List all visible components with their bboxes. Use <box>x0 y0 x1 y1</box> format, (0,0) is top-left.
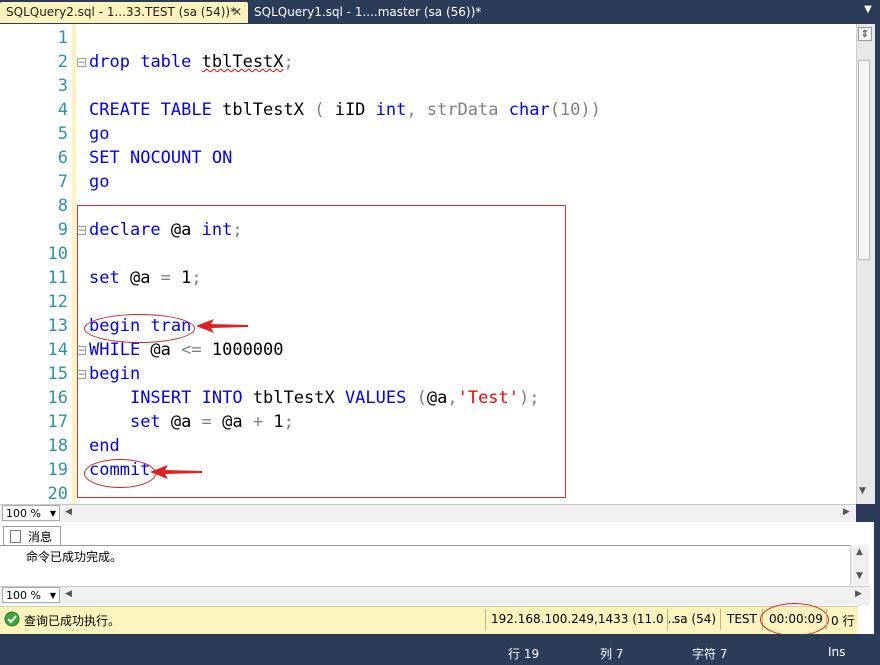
status-column: 列 7 <box>600 647 624 661</box>
editor-zoom-value: 100 % <box>6 507 41 520</box>
status-char: 字符 7 <box>692 647 728 661</box>
line-number: 2 <box>57 52 68 72</box>
code-line-2: drop table tblTestX; <box>89 52 294 72</box>
line-number: 15 <box>47 364 68 384</box>
document-tab-strip: SQLQuery2.sql - 1...33.TEST (sa (54))* ✕… <box>0 0 880 24</box>
code-line-4: CREATE TABLE tblTestX ( iID int, strData… <box>89 100 601 120</box>
divider <box>485 609 486 630</box>
highlight-box-annotation <box>77 205 566 498</box>
line-number-gutter <box>0 24 78 504</box>
commit-ellipse-annotation <box>84 459 156 488</box>
line-number: 4 <box>57 100 68 120</box>
fold-toggle-icon[interactable]: − <box>77 58 86 68</box>
chevron-down-icon: ▼ <box>49 509 56 518</box>
line-number: 7 <box>57 172 68 192</box>
editor-horizontal-scrollbar[interactable] <box>0 504 856 523</box>
line-number: 17 <box>47 412 68 432</box>
arrow-annotation-icon <box>150 465 202 479</box>
status-bar <box>0 634 880 665</box>
tab-sqlquery2-label: SQLQuery2.sql - 1...33.TEST (sa (54))* <box>6 5 237 19</box>
line-number: 8 <box>57 196 68 216</box>
begin-tran-ellipse-annotation <box>84 314 195 343</box>
line-number: 18 <box>47 436 68 456</box>
user-info: sa (54) <box>674 612 717 626</box>
divider <box>0 545 850 546</box>
query-status-message: 查询已成功执行。 <box>24 614 121 628</box>
tab-messages-label: 消息 <box>28 530 53 544</box>
server-info: 192.168.100.249,1433 (11.0 ... <box>491 612 679 626</box>
arrow-annotation-icon <box>196 319 248 333</box>
code-line-5: go <box>89 124 110 144</box>
line-number: 16 <box>47 388 68 408</box>
line-number: 3 <box>57 76 68 96</box>
tab-sqlquery2[interactable]: SQLQuery2.sql - 1...33.TEST (sa (54))* ✕ <box>0 2 248 23</box>
scroll-right-arrow-icon[interactable]: ▶ <box>843 507 850 517</box>
line-number: 9 <box>57 220 68 240</box>
editor-zoom-select[interactable]: 100 % ▼ <box>2 505 60 521</box>
elapsed-time-ellipse-annotation <box>760 603 829 636</box>
tab-sqlquery1-label: SQLQuery1.sql - 1....master (sa (56))* <box>254 5 482 19</box>
line-number: 13 <box>47 316 68 336</box>
editor-scroll-thumb[interactable] <box>858 60 870 260</box>
scroll-right-arrow-icon[interactable]: ▶ <box>855 589 862 599</box>
messages-horizontal-scrollbar[interactable] <box>0 586 870 605</box>
divider <box>826 609 827 630</box>
code-line-7: go <box>89 172 110 192</box>
messages-zoom-value: 100 % <box>6 589 41 602</box>
divider <box>720 609 721 630</box>
database-name: TEST <box>727 612 757 626</box>
messages-zoom-select[interactable]: 100 % ▼ <box>2 587 60 603</box>
status-line: 行 19 <box>508 647 540 661</box>
line-number: 10 <box>47 244 68 264</box>
scroll-down-arrow-icon[interactable]: ▼ <box>856 571 863 581</box>
line-number: 6 <box>57 148 68 168</box>
messages-vertical-scrollbar[interactable]: ▲ ▼ <box>850 545 869 585</box>
line-number: 19 <box>47 460 68 480</box>
divider <box>667 609 668 630</box>
query-editor[interactable]: 1 2 3 4 5 6 7 8 9 10 11 12 13 14 15 16 17 18 19 20 − − − − … <box>0 24 856 504</box>
tab-list-dropdown-icon[interactable]: ▼ <box>860 4 876 20</box>
line-number: 5 <box>57 124 68 144</box>
message-icon <box>10 530 21 543</box>
line-number: 20 <box>47 484 68 504</box>
line-number: 11 <box>47 268 68 288</box>
status-insert-mode: Ins <box>828 645 846 659</box>
close-tab-icon[interactable]: ✕ <box>232 2 242 22</box>
row-count: 0 行 <box>831 614 855 628</box>
change-tracking-bar <box>72 24 76 504</box>
line-number: 12 <box>47 292 68 312</box>
success-check-icon <box>4 611 20 627</box>
scroll-left-arrow-icon[interactable]: ◀ <box>65 589 72 599</box>
line-number: 14 <box>47 340 68 360</box>
tab-messages[interactable]: 消息 <box>3 526 61 546</box>
scroll-down-arrow-icon[interactable]: ▼ <box>859 486 866 496</box>
tab-sqlquery1[interactable]: SQLQuery1.sql - 1....master (sa (56))* <box>248 2 487 23</box>
scroll-up-arrow-icon[interactable]: ▲ <box>856 547 863 557</box>
code-line-6: SET NOCOUNT ON <box>89 148 233 168</box>
scroll-left-arrow-icon[interactable]: ◀ <box>65 507 72 517</box>
message-text: 命令已成功完成。 <box>26 550 123 564</box>
chevron-down-icon: ▼ <box>49 591 56 600</box>
line-number: 1 <box>57 28 68 48</box>
split-window-icon[interactable]: ⇕ <box>858 27 872 41</box>
